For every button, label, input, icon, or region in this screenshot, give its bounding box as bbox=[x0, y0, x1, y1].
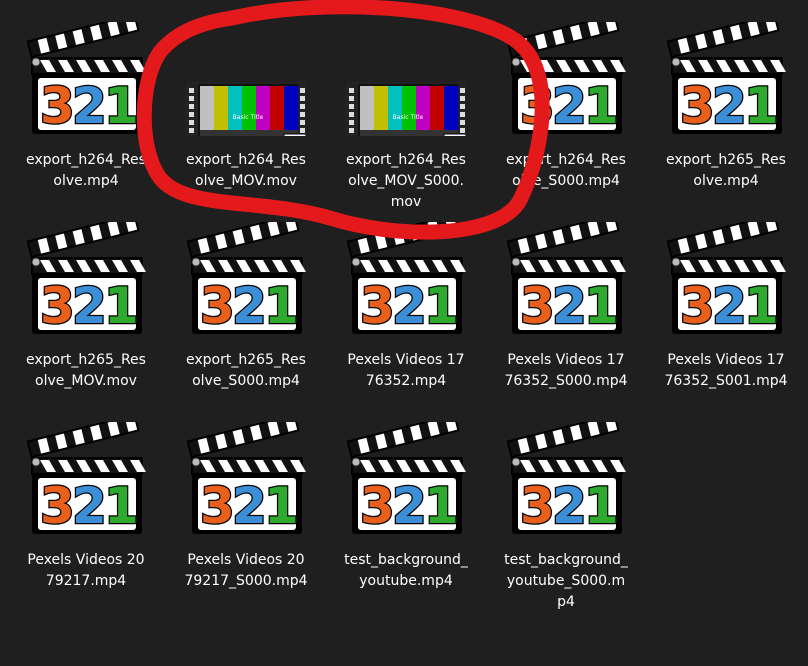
mpc-hc-clapperboard-icon: 3 2 1 bbox=[186, 422, 306, 536]
icon-digit-1: 1 bbox=[584, 77, 619, 135]
icon-digit-2: 2 bbox=[552, 277, 587, 335]
file-name: export_h265_Resolve_MOV.mov bbox=[26, 352, 146, 389]
icon-digit-2: 2 bbox=[392, 477, 427, 535]
icon-digit-2: 2 bbox=[392, 277, 427, 335]
icon-digit-2: 2 bbox=[232, 277, 267, 335]
file-item[interactable]: 3 2 1 Pexels Videos 1776352.mp4 bbox=[326, 212, 486, 408]
file-name: export_h264_Resolve_MOV_S000.mov bbox=[346, 152, 466, 210]
icon-digit-3: 3 bbox=[40, 477, 75, 535]
icon-digit-3: 3 bbox=[40, 77, 75, 135]
file-item[interactable]: 3 2 1 export_h265_Resolve_S000.mp4 bbox=[166, 212, 326, 408]
file-item[interactable]: 3 2 1 Pexels Videos 2079217.mp4 bbox=[6, 412, 166, 608]
icon-digit-1: 1 bbox=[104, 477, 139, 535]
file-name: test_background_youtube.mp4 bbox=[344, 552, 468, 589]
icon-digit-2: 2 bbox=[712, 77, 747, 135]
file-item[interactable]: Basic Title 321 export_h264_Resolve_MOV.… bbox=[166, 12, 326, 208]
icon-digit-1: 1 bbox=[424, 277, 459, 335]
file-grid: 3 2 1 export_h264_Resolve.mp4 Basic Titl… bbox=[0, 0, 808, 666]
file-name: Pexels Videos 2079217_S000.mp4 bbox=[184, 552, 308, 589]
file-name: Pexels Videos 1776352_S000.mp4 bbox=[504, 352, 628, 389]
file-item[interactable]: Basic Title 321 export_h264_Resolve_MOV_… bbox=[326, 12, 486, 210]
mpc-hc-clapperboard-icon: 3 2 1 bbox=[26, 222, 146, 336]
file-name: export_h265_Resolve.mp4 bbox=[666, 152, 786, 189]
file-item[interactable]: 3 2 1 Pexels Videos 1776352_S001.mp4 bbox=[646, 212, 806, 408]
thumbnail-caption: Basic Title bbox=[233, 114, 264, 121]
icon-digit-3: 3 bbox=[200, 277, 235, 335]
file-item[interactable]: 3 2 1 export_h265_Resolve.mp4 bbox=[646, 12, 806, 208]
mpc-hc-clapperboard-icon: 3 2 1 bbox=[506, 422, 626, 536]
video-thumbnail-icon: Basic Title 321 bbox=[346, 22, 466, 136]
icon-digit-2: 2 bbox=[552, 477, 587, 535]
icon-digit-3: 3 bbox=[520, 277, 555, 335]
mpc-hc-clapperboard-icon: 3 2 1 bbox=[506, 222, 626, 336]
file-item[interactable]: 3 2 1 Pexels Videos 1776352_S000.mp4 bbox=[486, 212, 646, 408]
icon-digit-3: 3 bbox=[360, 477, 395, 535]
file-name: export_h264_Resolve_MOV.mov bbox=[186, 152, 306, 189]
icon-digit-1: 1 bbox=[584, 277, 619, 335]
mpc-hc-clapperboard-icon: 3 2 1 bbox=[666, 22, 786, 136]
icon-digit-1: 1 bbox=[264, 277, 299, 335]
icon-digit-3: 3 bbox=[680, 77, 715, 135]
file-name: Pexels Videos 1776352.mp4 bbox=[347, 352, 465, 389]
file-item[interactable]: 3 2 1 export_h264_Resolve.mp4 bbox=[6, 12, 166, 208]
mpc-hc-clapperboard-icon: 3 2 1 bbox=[346, 222, 466, 336]
icon-digit-1: 1 bbox=[424, 477, 459, 535]
icon-digit-3: 3 bbox=[360, 277, 395, 335]
file-name: export_h265_Resolve_S000.mp4 bbox=[186, 352, 306, 389]
mpc-hc-clapperboard-icon: 3 2 1 bbox=[506, 22, 626, 136]
icon-digit-2: 2 bbox=[232, 477, 267, 535]
thumbnail-caption: Basic Title bbox=[393, 114, 424, 121]
file-name: export_h264_Resolve_S000.mp4 bbox=[506, 152, 626, 189]
icon-digit-3: 3 bbox=[680, 277, 715, 335]
icon-digit-1: 1 bbox=[264, 477, 299, 535]
icon-digit-2: 2 bbox=[72, 477, 107, 535]
file-item[interactable]: 3 2 1 test_background_youtube_S000.mp4 bbox=[486, 412, 646, 610]
file-name: Pexels Videos 1776352_S001.mp4 bbox=[664, 352, 788, 389]
icon-digit-1: 1 bbox=[744, 77, 779, 135]
icon-digit-3: 3 bbox=[520, 77, 555, 135]
icon-digit-1: 1 bbox=[104, 77, 139, 135]
file-item[interactable]: 3 2 1 test_background_youtube.mp4 bbox=[326, 412, 486, 608]
icon-digit-1: 1 bbox=[744, 277, 779, 335]
file-item[interactable]: 3 2 1 export_h265_Resolve_MOV.mov bbox=[6, 212, 166, 408]
video-thumbnail-icon: Basic Title 321 bbox=[186, 22, 306, 136]
file-item[interactable]: 3 2 1 Pexels Videos 2079217_S000.mp4 bbox=[166, 412, 326, 608]
icon-digit-3: 3 bbox=[40, 277, 75, 335]
icon-digit-2: 2 bbox=[72, 77, 107, 135]
mpc-hc-clapperboard-icon: 3 2 1 bbox=[186, 222, 306, 336]
mpc-hc-clapperboard-icon: 3 2 1 bbox=[26, 22, 146, 136]
icon-digit-3: 3 bbox=[520, 477, 555, 535]
icon-digit-2: 2 bbox=[712, 277, 747, 335]
file-item[interactable]: 3 2 1 export_h264_Resolve_S000.mp4 bbox=[486, 12, 646, 208]
icon-digit-1: 1 bbox=[104, 277, 139, 335]
mpc-hc-clapperboard-icon: 3 2 1 bbox=[346, 422, 466, 536]
file-name: export_h264_Resolve.mp4 bbox=[26, 152, 146, 189]
icon-digit-3: 3 bbox=[200, 477, 235, 535]
file-name: Pexels Videos 2079217.mp4 bbox=[27, 552, 145, 589]
icon-digit-2: 2 bbox=[72, 277, 107, 335]
icon-digit-2: 2 bbox=[552, 77, 587, 135]
file-name: test_background_youtube_S000.mp4 bbox=[504, 552, 628, 610]
icon-digit-1: 1 bbox=[584, 477, 619, 535]
mpc-hc-clapperboard-icon: 3 2 1 bbox=[26, 422, 146, 536]
mpc-hc-clapperboard-icon: 3 2 1 bbox=[666, 222, 786, 336]
